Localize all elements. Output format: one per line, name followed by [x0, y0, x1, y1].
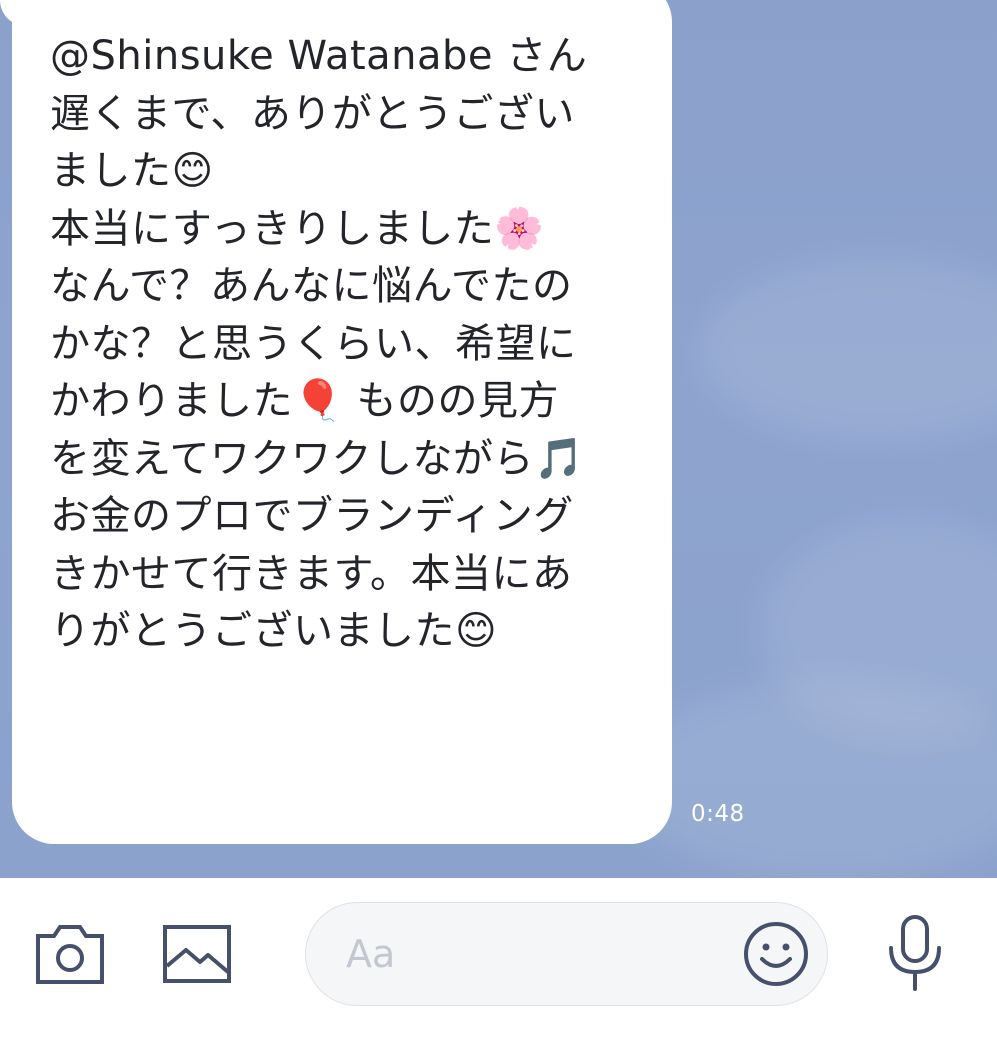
camera-icon [36, 925, 104, 984]
microphone-button[interactable] [884, 914, 946, 992]
image-icon [163, 925, 231, 983]
input-bar: Aa [0, 878, 997, 1046]
smiley-icon [744, 922, 808, 986]
message-input-placeholder: Aa [346, 932, 396, 976]
microphone-icon [889, 915, 941, 991]
background-cloud [620, 680, 997, 878]
message-bubble[interactable]: @Shinsuke Watanabe さん 遅くまで、ありがとうござい ました😊… [12, 0, 672, 844]
chat-area: @Shinsuke Watanabe さん 遅くまで、ありがとうござい ました😊… [0, 0, 997, 878]
message-timestamp: 0:48 [691, 801, 745, 827]
camera-button[interactable] [34, 922, 106, 986]
emoji-button[interactable] [743, 921, 809, 987]
background-cloud [700, 260, 997, 440]
image-button[interactable] [162, 924, 232, 984]
message-text: @Shinsuke Watanabe さん 遅くまで、ありがとうござい ました😊… [50, 33, 588, 654]
message-input[interactable]: Aa [305, 902, 828, 1006]
